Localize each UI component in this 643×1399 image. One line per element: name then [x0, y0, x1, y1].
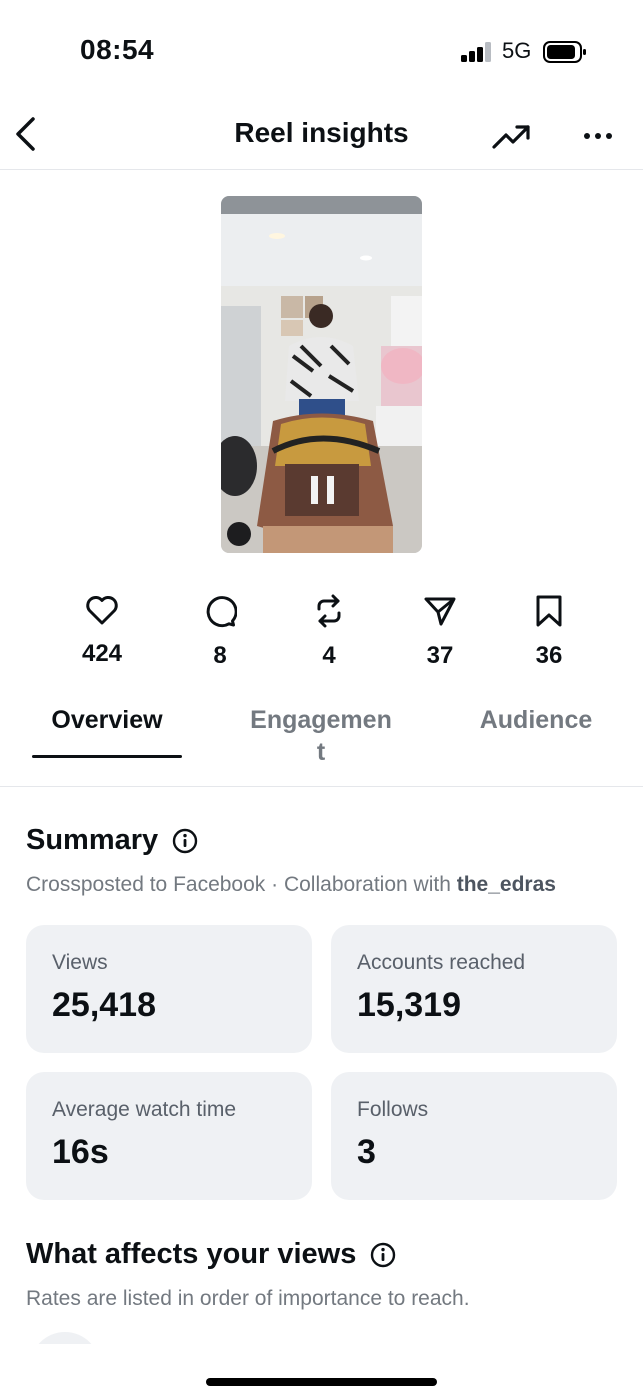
info-icon[interactable] — [370, 1242, 396, 1268]
shares-count: 37 — [426, 642, 454, 669]
battery-icon — [543, 41, 586, 63]
shares-stat[interactable]: 37 — [395, 594, 485, 670]
heart-icon — [86, 596, 118, 625]
tab-engagement-label-line1: Engagemen — [250, 706, 392, 734]
comments-stat[interactable]: 8 — [175, 594, 265, 670]
tab-engagement-label-line2: t — [316, 738, 326, 766]
accounts-reached-card[interactable]: Accounts reached 15,319 — [331, 925, 617, 1053]
reel-thumbnail[interactable] — [221, 196, 422, 553]
bookmark-icon — [536, 595, 562, 627]
comment-icon — [206, 596, 237, 628]
views-value: 25,418 — [52, 986, 156, 1024]
accounts-reached-label: Accounts reached — [357, 951, 526, 974]
summary-heading: Summary — [26, 824, 198, 857]
views-label: Views — [52, 951, 108, 974]
views-factors-heading: What affects your views — [26, 1238, 396, 1271]
repost-icon — [317, 594, 341, 628]
share-icon — [424, 597, 456, 626]
summary-title: Summary — [26, 824, 159, 856]
insights-tabs: Overview Engagemen t Audience — [0, 690, 643, 787]
status-time: 08:54 — [80, 34, 155, 65]
follows-card[interactable]: Follows 3 — [331, 1072, 617, 1200]
views-factors-subtitle: Rates are listed in order of importance … — [26, 1287, 470, 1310]
follows-value: 3 — [357, 1133, 376, 1171]
tab-audience[interactable]: Audience — [466, 704, 606, 736]
average-watch-time-label: Average watch time — [52, 1098, 237, 1121]
average-watch-time-card[interactable]: Average watch time 16s — [26, 1072, 312, 1200]
page-title: Reel insights — [234, 117, 409, 148]
reposts-stat[interactable]: 4 — [284, 594, 374, 670]
average-watch-time-value: 16s — [52, 1133, 109, 1171]
bottom-safe-area — [0, 1344, 643, 1399]
tab-engagement[interactable]: Engagemen t — [241, 704, 401, 768]
home-indicator[interactable] — [206, 1378, 437, 1386]
views-card[interactable]: Views 25,418 — [26, 925, 312, 1053]
accounts-reached-value: 15,319 — [357, 986, 461, 1024]
active-tab-indicator — [32, 755, 182, 758]
nav-header: Reel insights — [0, 100, 643, 170]
views-factors-title: What affects your views — [26, 1238, 357, 1270]
trending-up-icon[interactable] — [490, 116, 534, 156]
status-bar: 08:54 5G — [0, 0, 643, 100]
saves-stat[interactable]: 36 — [504, 594, 594, 670]
collaborator-name[interactable]: the_edras — [457, 873, 556, 896]
info-icon[interactable] — [172, 828, 198, 854]
reposts-count: 4 — [322, 642, 336, 669]
follows-label: Follows — [357, 1098, 429, 1121]
saves-count: 36 — [535, 642, 563, 669]
crosspost-text: Crossposted to Facebook · Collaboration … — [26, 873, 457, 896]
crosspost-info: Crossposted to Facebook · Collaboration … — [26, 873, 556, 897]
tab-overview[interactable]: Overview — [32, 704, 182, 736]
engagement-stats: 424 8 4 37 36 — [0, 594, 643, 674]
signal-icon — [461, 42, 493, 62]
network-label: 5G — [502, 38, 532, 63]
more-dots-icon[interactable] — [580, 118, 616, 154]
likes-count: 424 — [81, 640, 123, 667]
likes-stat[interactable]: 424 — [57, 594, 147, 668]
comments-count: 8 — [213, 642, 227, 669]
